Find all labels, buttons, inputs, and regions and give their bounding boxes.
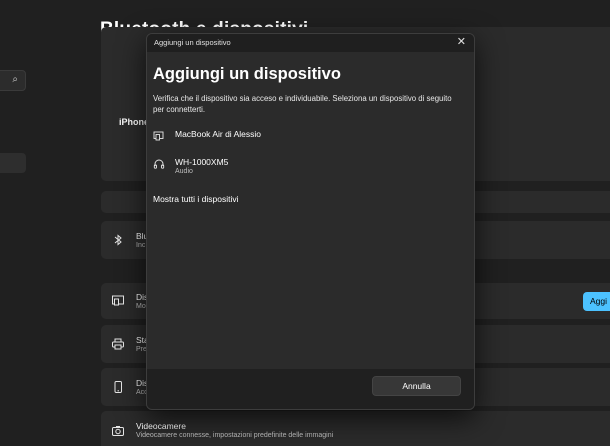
device-item-headphones[interactable]: WH-1000XM5 Audio (147, 153, 474, 183)
device-name: WH-1000XM5 (175, 157, 229, 167)
search-icon: ⌕ (12, 74, 18, 85)
camera-icon (112, 426, 124, 436)
dialog-heading: Aggiungi un dispositivo (153, 65, 341, 83)
add-device-button[interactable]: Aggi (583, 292, 610, 311)
dialog-titlebar: Aggiungi un dispositivo ✕ (147, 34, 474, 52)
bluetooth-subtitle: Inc (136, 242, 146, 249)
device-label: iPhone (119, 117, 150, 127)
cancel-button[interactable]: Annulla (372, 376, 461, 396)
phone-icon (114, 381, 122, 393)
device-type: Audio (175, 168, 193, 175)
bluetooth-icon (114, 234, 122, 246)
device-name: MacBook Air di Alessio (175, 129, 261, 139)
nav-item-selected[interactable] (0, 153, 26, 173)
devices-icon (112, 295, 124, 306)
dialog-window-title: Aggiungi un dispositivo (154, 38, 231, 47)
add-device-dialog: Aggiungi un dispositivo ✕ Aggiungi un di… (146, 33, 475, 410)
devices-subtitle: Mo (136, 303, 146, 310)
camera-subtitle: Videocamere connesse, impostazioni prede… (136, 432, 334, 439)
printer-icon (112, 338, 124, 350)
show-all-devices-link[interactable]: Mostra tutti i dispositivi (153, 194, 239, 204)
device-item-macbook[interactable]: MacBook Air di Alessio (147, 125, 474, 155)
dialog-description: Verifica che il dispositivo sia acceso e… (153, 94, 452, 114)
search-input[interactable]: ⌕ (0, 70, 26, 91)
close-icon[interactable]: ✕ (457, 35, 466, 48)
camera-title: Videocamere (136, 421, 186, 431)
headphones-icon (153, 159, 165, 169)
laptop-icon (153, 131, 164, 141)
